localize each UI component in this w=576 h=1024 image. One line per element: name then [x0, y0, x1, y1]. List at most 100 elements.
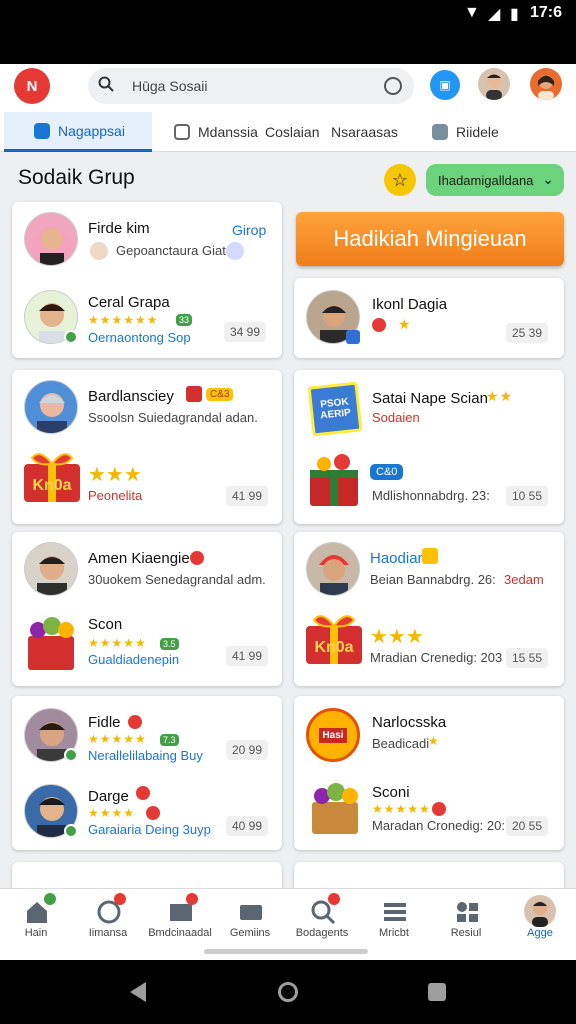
member-subtitle: Nerallelilabaing Buy	[88, 748, 203, 763]
price-tag: 41 99	[226, 486, 269, 506]
price-tag: 41 99	[226, 646, 269, 666]
chevron-down-icon: ⌄	[542, 171, 554, 187]
profile-icon	[524, 895, 556, 927]
gift-box-icon: Kn0a	[304, 610, 364, 664]
tab-mdanssia[interactable]: Mdanssia	[174, 112, 258, 152]
mic-icon[interactable]	[384, 77, 402, 95]
nav-item-mricbt[interactable]: Mricbt	[362, 889, 426, 961]
tab-riidele[interactable]: Riidele	[432, 112, 499, 152]
nav-label: Bmdcinaadal	[148, 927, 212, 939]
tab-label: Nsaraasas	[331, 124, 398, 140]
member-name: Scon	[88, 616, 123, 633]
fruit-basket-icon	[20, 612, 80, 670]
system-nav-bar	[0, 960, 576, 1024]
rating-stars: ★★★★	[88, 806, 136, 820]
price-tag: 10 55	[506, 486, 549, 506]
fruit-basket-icon	[304, 778, 364, 834]
heart-icon	[190, 551, 204, 565]
rating-stars: ★★★	[370, 626, 424, 648]
top-bar: N Hūga Sosaii ▣	[0, 64, 576, 112]
rating-stars: ★★★★★★	[88, 313, 159, 327]
price-tag: 20 55	[506, 816, 549, 836]
member-subtitle: Oernaontong Sop	[88, 330, 191, 345]
status-bar: ▼ ◢ ▮ 17:6	[0, 0, 576, 64]
star-icon: ★	[398, 316, 412, 332]
nav-label: Bodagents	[295, 927, 349, 939]
app-logo[interactable]: N	[14, 68, 50, 104]
filter-dropdown[interactable]: Ihadamigalldana ⌄	[426, 164, 564, 196]
avatar[interactable]	[478, 68, 510, 100]
tab-label: Mdanssia	[198, 124, 258, 140]
group-name: Ikonl Dagia	[372, 296, 448, 313]
price-tag: 25 39	[506, 323, 549, 343]
recents-icon[interactable]	[428, 983, 446, 1001]
count-badge: 33	[176, 314, 193, 326]
group-name: Narlocsska	[372, 714, 447, 731]
group-card[interactable]: Ikonl Dagia ★ 25 39	[294, 278, 564, 358]
chat-icon[interactable]: ▣	[430, 70, 460, 100]
stats-icon	[457, 902, 478, 922]
group-subtitle: Gepoanctaura Giat	[116, 243, 226, 258]
group-card[interactable]: Amen Kiaengie 30uokem Senedagrandal adm.…	[12, 532, 282, 686]
search-icon	[98, 76, 114, 92]
rating-stars: ★★★★★	[88, 732, 147, 746]
flower-icon	[346, 330, 360, 344]
tab-nsaraasas[interactable]: Nsaraasas	[331, 112, 398, 152]
count-badge: 7.3	[160, 734, 179, 746]
status-badge: C&0	[370, 464, 404, 480]
group-card[interactable]: Hasi Narlocsska Beadicadi ★ Sconi ★★★★★ …	[294, 696, 564, 850]
avatar	[226, 242, 244, 260]
gift-icon	[186, 386, 202, 402]
group-name: Firde kim	[88, 220, 150, 237]
promo-button[interactable]: Hadikiah Mingieuan	[296, 212, 564, 266]
avatar	[24, 212, 78, 266]
people-icon	[432, 124, 448, 140]
group-card[interactable]: Bardlansciey C&3 Ssoolsn Suiedagrandal a…	[12, 370, 282, 524]
avatar	[90, 242, 108, 260]
avatar	[24, 542, 78, 596]
status-time: 17:6	[529, 4, 562, 21]
back-icon[interactable]	[130, 982, 146, 1002]
member-subtitle: Maradan Cronedig: 20:	[372, 818, 505, 833]
group-card[interactable]: Firde kim Girop Gepoanctaura Giat Ceral …	[12, 202, 282, 358]
nav-item-iimansa[interactable]: Iimansa	[76, 889, 140, 961]
dropdown-label: Ihadamigalldana	[438, 172, 534, 188]
nav-item-hain[interactable]: Hain	[4, 889, 68, 961]
nav-item-resiul[interactable]: Resiul	[434, 889, 498, 961]
nav-item-agge[interactable]: Agge	[508, 889, 572, 961]
search-bar[interactable]: Hūga Sosaii	[88, 68, 414, 104]
group-card[interactable]: PSOK AERIP Satai Nape Scian ★★ Sodaien C…	[294, 370, 564, 524]
member-subtitle: Mradian Crenedig: 203	[370, 650, 503, 665]
star-icon[interactable]: ☆	[384, 164, 416, 196]
tab-label: Riidele	[456, 124, 499, 140]
gift-box-icon: Kn0a	[22, 448, 82, 502]
tab-nagappsai[interactable]: Nagappsai	[4, 112, 152, 152]
verified-icon	[64, 824, 78, 838]
list-icon	[384, 903, 406, 921]
nav-item-bmdcinaadal[interactable]: Bmdcinaadal	[148, 889, 212, 961]
wifi-icon: ▼	[464, 4, 480, 21]
group-subtitle: Ssoolsn Suiedagrandal adan.	[88, 410, 258, 425]
home-button-icon[interactable]	[278, 982, 298, 1002]
count-badge: C&3	[206, 388, 234, 401]
group-card[interactable]: Haodiar Beian Bannabdrg. 26: 3edam Kn0a …	[294, 532, 564, 686]
checkbox-icon	[174, 124, 190, 140]
member-name: Sconi	[372, 784, 410, 801]
group-subtitle: 30uokem Senedagrandal adm.	[88, 572, 266, 587]
tab-coslaian[interactable]: Coslaian	[265, 112, 319, 152]
notification-badge	[186, 893, 198, 905]
signal-icon: ◢	[488, 6, 501, 23]
app-screen: N Hūga Sosaii ▣ Nagappsai Mdanssia Cosla…	[0, 64, 576, 960]
price-tag: 34 99	[224, 322, 267, 342]
gift-label: Kn0a	[314, 639, 353, 656]
avatar[interactable]	[530, 68, 562, 100]
rating-stars: ★★★★★	[88, 636, 147, 650]
member-subtitle: Garaiaria Deing 3uyp	[88, 822, 211, 837]
bottom-nav: Hain Iimansa Bmdcinaadal Gemiins Bodagen…	[0, 888, 576, 960]
group-tag[interactable]: Girop	[232, 222, 266, 238]
group-card[interactable]: Fidle ★★★★★ 7.3 Nerallelilabaing Buy 20 …	[12, 696, 282, 850]
battery-icon: ▮	[510, 6, 519, 23]
count-badge: 3.5	[160, 638, 179, 650]
search-input[interactable]: Hūga Sosaii	[132, 78, 208, 94]
scroll-handle	[204, 949, 368, 954]
